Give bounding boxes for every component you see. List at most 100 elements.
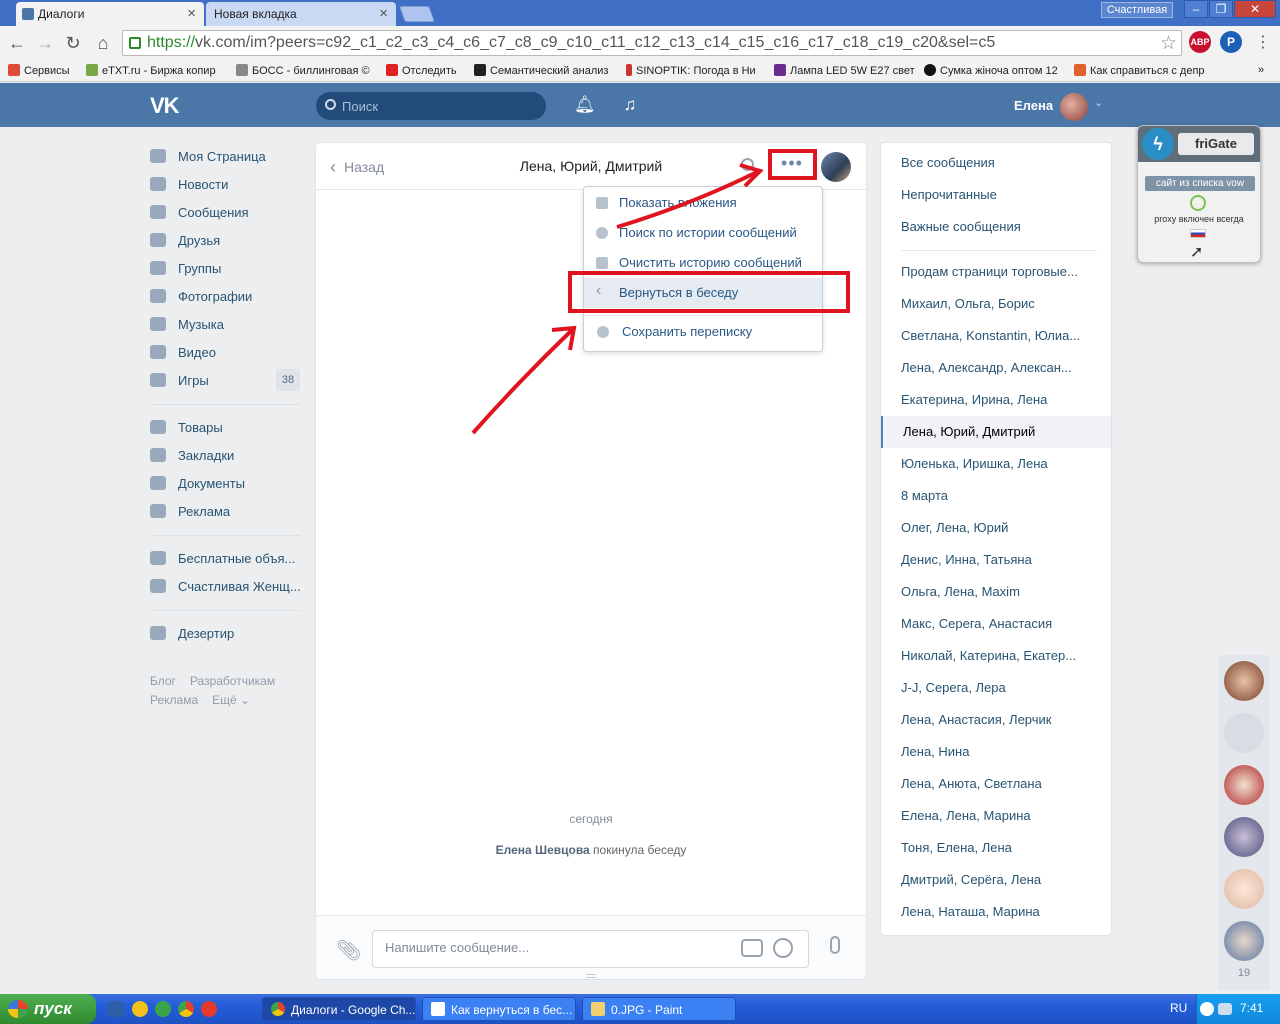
conversation-item[interactable]: Ольга, Лена, Maxim bbox=[881, 576, 1111, 608]
network-icon[interactable] bbox=[1218, 1003, 1232, 1015]
vk-logo[interactable]: VK bbox=[150, 93, 180, 119]
paperclip-icon[interactable]: 📎︎ bbox=[336, 938, 361, 963]
bookmark-sinoptik[interactable]: SINOPTIK: Погода в Ни bbox=[626, 64, 756, 77]
bookmark-track[interactable]: Отследить bbox=[386, 64, 457, 77]
minimize-button[interactable]: – bbox=[1184, 0, 1208, 18]
search-icon[interactable] bbox=[741, 158, 754, 171]
menu-item-clear-history[interactable]: Очистить историю сообщений bbox=[584, 248, 822, 278]
conversation-item[interactable]: Лена, Анюта, Светлана bbox=[881, 768, 1111, 800]
camera-icon[interactable] bbox=[741, 939, 763, 957]
footer-devs-link[interactable]: Разработчикам bbox=[190, 674, 275, 688]
back-arrow-icon[interactable]: ← bbox=[6, 32, 28, 54]
music-note-icon[interactable]: ♫ bbox=[620, 95, 640, 115]
filter-item[interactable]: Все сообщения bbox=[881, 147, 1111, 179]
conversation-item[interactable]: Продам страници торговые... bbox=[881, 256, 1111, 288]
menu-item-return-to-chat[interactable]: ‹ Вернуться в беседу bbox=[584, 278, 822, 308]
bookmark-apps[interactable]: Сервисы bbox=[8, 64, 70, 77]
left-menu-item[interactable]: Реклама bbox=[150, 498, 300, 526]
conversation-item[interactable]: Лена, Юрий, Дмитрий bbox=[881, 416, 1111, 448]
footer-blog-link[interactable]: Блог bbox=[150, 674, 176, 688]
avatar[interactable] bbox=[1060, 93, 1088, 121]
avatar[interactable] bbox=[1224, 817, 1264, 857]
conversation-item[interactable]: Светлана, Konstantin, Юлиа... bbox=[881, 320, 1111, 352]
conversation-item[interactable]: J-J, Серега, Лера bbox=[881, 672, 1111, 704]
reload-icon[interactable]: ↻ bbox=[62, 32, 84, 54]
message-field[interactable] bbox=[372, 930, 809, 968]
left-menu-item[interactable]: Игры 38 bbox=[150, 367, 300, 395]
bookmark-bag[interactable]: Сумка жіноча оптом 12 bbox=[924, 64, 1058, 77]
conversation-item[interactable]: Елена, Лена, Марина bbox=[881, 800, 1111, 832]
desktop-icon[interactable] bbox=[108, 1001, 124, 1017]
microphone-icon[interactable] bbox=[830, 936, 840, 954]
close-window-button[interactable]: ✕ bbox=[1234, 0, 1276, 18]
close-tab-icon[interactable]: × bbox=[379, 5, 388, 22]
search-input[interactable] bbox=[342, 97, 532, 115]
avatar[interactable] bbox=[1224, 921, 1264, 961]
filter-item[interactable]: Непрочитанные bbox=[881, 179, 1111, 211]
more-bookmarks-icon[interactable]: » bbox=[1258, 64, 1264, 76]
taskbar-item-document[interactable]: Как вернуться в бес... bbox=[422, 997, 576, 1021]
left-menu-item[interactable]: Бесплатные объя... bbox=[150, 545, 300, 573]
tab-new[interactable]: Новая вкладка × bbox=[206, 2, 396, 26]
address-bar[interactable]: https://vk.com/im?peers=c92_c1_c2_c3_c4_… bbox=[122, 30, 1182, 56]
bookmark-lamp[interactable]: Лампа LED 5W E27 свет bbox=[774, 64, 915, 77]
left-menu-item[interactable]: Товары bbox=[150, 414, 300, 442]
conversation-item[interactable]: Тоня, Елена, Лена bbox=[881, 832, 1111, 864]
resize-grip[interactable] bbox=[586, 974, 596, 978]
taskbar-item-paint[interactable]: 0.JPG - Paint bbox=[582, 997, 736, 1021]
conversation-item[interactable]: Михаил, Ольга, Борис bbox=[881, 288, 1111, 320]
more-actions-button[interactable]: ••• bbox=[772, 152, 812, 180]
frigate-widget[interactable]: ϟ friGate сайт из списка vow proxy включ… bbox=[1137, 125, 1261, 263]
russia-flag-icon[interactable] bbox=[1190, 229, 1206, 238]
bookmark-semantic[interactable]: Семантический анализ bbox=[474, 64, 608, 77]
smile-icon[interactable] bbox=[773, 938, 793, 958]
conversation-item[interactable]: Олег, Лена, Юрий bbox=[881, 512, 1111, 544]
taskbar-item-chrome[interactable]: Диалоги - Google Ch... bbox=[262, 997, 416, 1021]
close-tab-icon[interactable]: × bbox=[187, 5, 196, 22]
avatar[interactable] bbox=[1224, 713, 1264, 753]
avatar[interactable] bbox=[1224, 661, 1264, 701]
conversation-item[interactable]: Лена, Наташа, Марина bbox=[881, 896, 1111, 928]
home-icon[interactable]: ⌂ bbox=[92, 32, 114, 54]
menu-item-show-attachments[interactable]: Показать вложения bbox=[584, 188, 822, 218]
start-button[interactable]: пуск bbox=[0, 994, 96, 1024]
header-username[interactable]: Елена bbox=[1014, 98, 1053, 113]
new-tab-button[interactable] bbox=[399, 6, 435, 22]
bookmark-boss[interactable]: БОСС - биллинговая © bbox=[236, 64, 370, 77]
filter-item[interactable]: Важные сообщения bbox=[881, 211, 1111, 243]
menu-item-save-conversation[interactable]: Сохранить переписку bbox=[584, 317, 822, 347]
conversation-item[interactable]: Лена, Анастасия, Лерчик bbox=[881, 704, 1111, 736]
yandex-icon[interactable] bbox=[201, 1001, 217, 1017]
maximize-button[interactable]: ❐ bbox=[1209, 0, 1233, 18]
left-menu-item[interactable]: Видео bbox=[150, 339, 300, 367]
arrow-icon[interactable]: ➚ bbox=[1190, 242, 1203, 262]
left-menu-item[interactable]: Друзья bbox=[150, 227, 300, 255]
profile-button[interactable]: Счастливая bbox=[1101, 2, 1173, 18]
tray-app-icon[interactable] bbox=[1200, 1002, 1214, 1016]
footer-more-link[interactable]: Ещё ⌄ bbox=[212, 693, 250, 707]
conversation-item[interactable]: Екатерина, Ирина, Лена bbox=[881, 384, 1111, 416]
menu-item-search-history[interactable]: Поиск по истории сообщений bbox=[584, 218, 822, 248]
bookmark-depression[interactable]: Как справиться с депр bbox=[1074, 64, 1205, 77]
app-a-icon[interactable] bbox=[132, 1001, 148, 1017]
avatar[interactable] bbox=[1224, 765, 1264, 805]
avatar[interactable] bbox=[1224, 869, 1264, 909]
tab-dialogs[interactable]: Диалоги × bbox=[16, 2, 204, 26]
conversation-item[interactable]: Макс, Серега, Анастасия bbox=[881, 608, 1111, 640]
left-menu-item[interactable]: Музыка bbox=[150, 311, 300, 339]
menu-icon[interactable]: ⋮ bbox=[1252, 32, 1274, 54]
conversation-item[interactable]: Николай, Катерина, Екатер... bbox=[881, 640, 1111, 672]
left-menu-item[interactable]: Документы bbox=[150, 470, 300, 498]
adblock-icon[interactable]: ABP bbox=[1189, 31, 1211, 53]
chevron-down-icon[interactable]: ⌄ bbox=[1094, 96, 1103, 109]
avatar[interactable] bbox=[821, 152, 851, 182]
left-menu-item[interactable]: Дезертир bbox=[150, 620, 300, 648]
conversation-item[interactable]: Дмитрий, Серёга, Лена bbox=[881, 864, 1111, 896]
conversation-item[interactable]: Лена, Нина bbox=[881, 736, 1111, 768]
header-search[interactable] bbox=[316, 92, 546, 120]
left-menu-item[interactable]: Счастливая Женщ... bbox=[150, 573, 301, 601]
bookmark-etxt[interactable]: eTXT.ru - Биржа копир bbox=[86, 64, 216, 77]
extension-p-icon[interactable]: P bbox=[1220, 31, 1242, 53]
footer-ads-link[interactable]: Реклама bbox=[150, 693, 198, 707]
system-message-author[interactable]: Елена Шевцова bbox=[496, 843, 590, 857]
